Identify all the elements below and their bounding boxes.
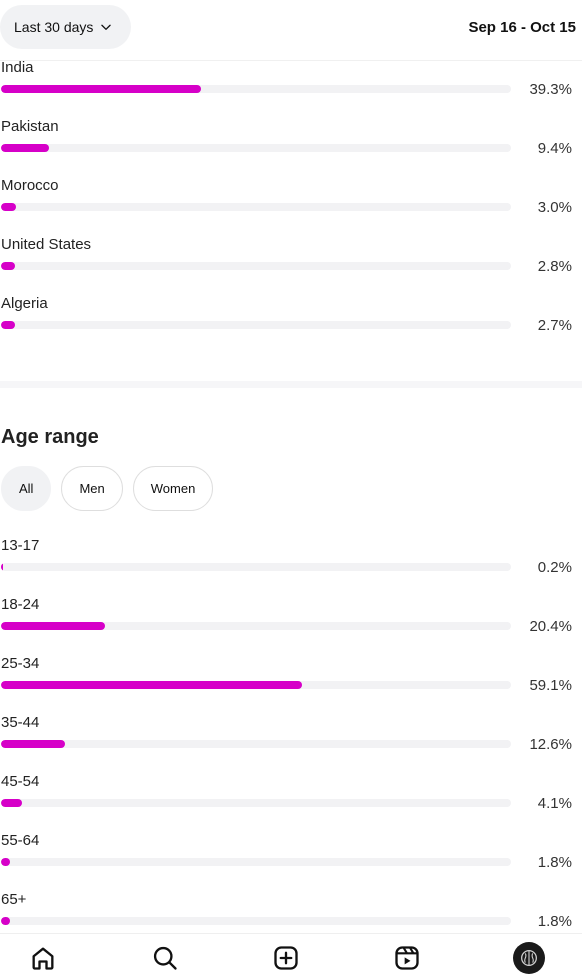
bar-label: 18-24 bbox=[1, 596, 40, 613]
bar-track bbox=[1, 563, 511, 571]
date-range-dropdown-label: Last 30 days bbox=[14, 19, 94, 35]
bar-label: United States bbox=[1, 236, 92, 253]
reels-icon bbox=[395, 946, 419, 970]
bar-row: 35-44 12.6% bbox=[0, 714, 582, 773]
bar-percent: 0.2% bbox=[537, 559, 572, 576]
filter-men-button[interactable]: Men bbox=[61, 466, 123, 511]
top-countries-list: India 39.3% Pakistan 9.4% Morocco 3.0% United … bbox=[0, 59, 582, 354]
bar-row: 45-54 4.1% bbox=[0, 773, 582, 832]
bar-track bbox=[1, 740, 511, 748]
bar-row: India 39.3% bbox=[0, 59, 582, 118]
bar-label: India bbox=[1, 59, 34, 76]
bar-row: Algeria 2.7% bbox=[0, 295, 582, 354]
home-icon bbox=[32, 947, 54, 970]
bar-fill bbox=[1, 681, 303, 689]
bar-fill bbox=[1, 144, 49, 152]
bar-fill bbox=[1, 858, 11, 866]
date-range-dropdown[interactable]: Last 30 days bbox=[0, 5, 132, 49]
bar-percent: 2.8% bbox=[537, 258, 572, 275]
bar-track bbox=[1, 321, 511, 329]
filter-women-button[interactable]: Women bbox=[132, 466, 214, 511]
bar-label: 45-54 bbox=[1, 773, 40, 790]
bar-fill bbox=[1, 917, 11, 925]
bar-label: Algeria bbox=[1, 295, 48, 312]
bar-percent: 2.7% bbox=[537, 317, 572, 334]
age-range-list: 13-17 0.2% 18-24 20.4% 25-34 59.1% 35-44 12.6% 4… bbox=[0, 537, 582, 950]
bar-row: 55-64 1.8% bbox=[0, 832, 582, 891]
bar-label: Morocco bbox=[1, 177, 59, 194]
bar-row: 13-17 0.2% bbox=[0, 537, 582, 596]
nav-search[interactable] bbox=[149, 942, 181, 974]
bar-track bbox=[1, 144, 511, 152]
bar-percent: 39.3% bbox=[529, 81, 572, 98]
bar-fill bbox=[1, 262, 16, 270]
nav-create[interactable] bbox=[270, 942, 302, 974]
bar-percent: 4.1% bbox=[537, 795, 572, 812]
bottom-nav bbox=[0, 933, 582, 977]
date-range-text: Sep 16 - Oct 15 bbox=[468, 19, 576, 36]
chevron-down-icon bbox=[101, 24, 112, 30]
bar-track bbox=[1, 85, 511, 93]
bar-fill bbox=[1, 203, 17, 211]
nav-home[interactable] bbox=[27, 942, 59, 974]
gender-filter: All Men Women bbox=[1, 466, 214, 511]
age-range-title: Age range bbox=[1, 426, 99, 448]
brain-icon bbox=[521, 950, 537, 966]
bar-track bbox=[1, 622, 511, 630]
bar-percent: 59.1% bbox=[529, 677, 572, 694]
bar-track bbox=[1, 799, 511, 807]
bar-fill bbox=[1, 85, 202, 93]
search-icon bbox=[153, 946, 177, 970]
bar-row: Pakistan 9.4% bbox=[0, 118, 582, 177]
bar-percent: 9.4% bbox=[537, 140, 572, 157]
bar-row: Morocco 3.0% bbox=[0, 177, 582, 236]
bar-percent: 12.6% bbox=[529, 736, 572, 753]
bar-row: United States 2.8% bbox=[0, 236, 582, 295]
bar-track bbox=[1, 203, 511, 211]
bar-fill bbox=[1, 563, 3, 571]
bar-track bbox=[1, 858, 511, 866]
bar-row: 18-24 20.4% bbox=[0, 596, 582, 655]
bar-track bbox=[1, 917, 511, 925]
bar-track bbox=[1, 681, 511, 689]
filter-all-button[interactable]: All bbox=[1, 466, 52, 511]
bar-label: 13-17 bbox=[1, 537, 40, 554]
bar-percent: 3.0% bbox=[537, 199, 572, 216]
bar-fill bbox=[1, 740, 66, 748]
bar-fill bbox=[1, 321, 15, 329]
bar-percent: 1.8% bbox=[537, 854, 572, 871]
bar-percent: 1.8% bbox=[537, 913, 572, 930]
bar-fill bbox=[1, 799, 22, 807]
bar-label: 65+ bbox=[1, 891, 27, 908]
create-icon bbox=[274, 946, 298, 970]
bar-label: 55-64 bbox=[1, 832, 40, 849]
bar-row: 25-34 59.1% bbox=[0, 655, 582, 714]
section-divider bbox=[0, 381, 582, 388]
bar-percent: 20.4% bbox=[529, 618, 572, 635]
bar-label: 25-34 bbox=[1, 655, 40, 672]
bar-label: 35-44 bbox=[1, 714, 40, 731]
bar-fill bbox=[1, 622, 106, 630]
bar-track bbox=[1, 262, 511, 270]
profile-avatar bbox=[513, 942, 545, 974]
top-bar: Last 30 days Sep 16 - Oct 15 bbox=[0, 0, 582, 61]
nav-profile[interactable] bbox=[513, 942, 545, 974]
nav-reels[interactable] bbox=[391, 942, 423, 974]
bar-label: Pakistan bbox=[1, 118, 59, 135]
